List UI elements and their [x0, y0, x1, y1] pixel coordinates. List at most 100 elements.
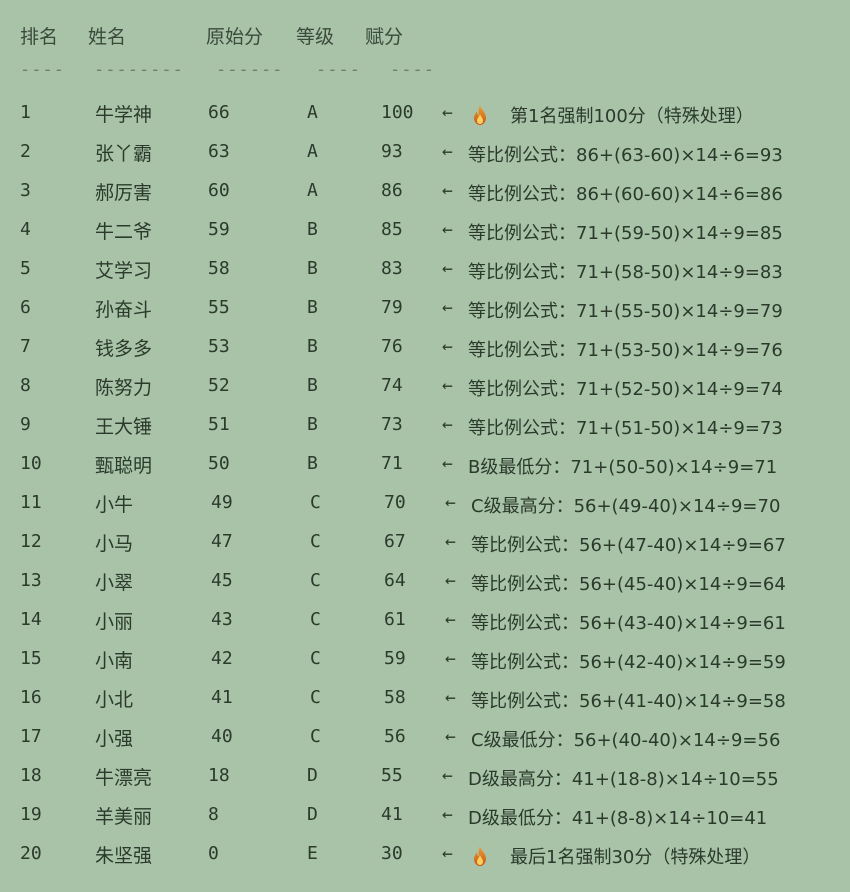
formula-text: 等比例公式：56+(47-40)×14÷9=67	[471, 535, 786, 556]
fire-icon	[472, 846, 488, 866]
rank-cell: 20	[20, 843, 42, 864]
table-row: 20 朱坚强 0 E 30 ← 最后1名强制30分（特殊处理）	[0, 835, 850, 874]
assigned-score-cell: 67	[384, 531, 406, 552]
formula-note: 等比例公式：71+(55-50)×14÷9=79	[468, 297, 783, 323]
formula-text: 最后1名强制30分（特殊处理）	[510, 847, 761, 868]
raw-score-cell: 8	[208, 804, 219, 825]
table-row: 17 小强 40 C 56 ← C级最低分：56+(40-40)×14÷9=56	[0, 718, 850, 757]
arrow-icon: ←	[445, 570, 456, 591]
formula-note: 等比例公式：71+(53-50)×14÷9=76	[468, 336, 783, 362]
formula-text: 等比例公式：71+(52-50)×14÷9=74	[468, 379, 783, 400]
assigned-score-cell: 58	[384, 687, 406, 708]
rank-cell: 7	[20, 336, 31, 357]
table-row: 18 牛漂亮 18 D 55 ← D级最高分：41+(18-8)×14÷10=55	[0, 757, 850, 796]
rank-cell: 19	[20, 804, 42, 825]
name-cell: 钱多多	[95, 338, 153, 360]
formula-text: 等比例公式：71+(51-50)×14÷9=73	[468, 418, 783, 439]
assigned-score-cell: 85	[381, 219, 403, 240]
arrow-icon: ←	[442, 414, 453, 435]
name-cell: 小马	[95, 533, 134, 555]
arrow-icon: ←	[445, 648, 456, 669]
table-row: 4 牛二爷 59 B 85 ← 等比例公式：71+(59-50)×14÷9=85	[0, 211, 850, 250]
formula-note: 等比例公式：86+(63-60)×14÷6=93	[468, 141, 783, 167]
formula-text: 等比例公式：86+(63-60)×14÷6=93	[468, 145, 783, 166]
table-row: 5 艾学习 58 B 83 ← 等比例公式：71+(58-50)×14÷9=83	[0, 250, 850, 289]
formula-note: 第1名强制100分（特殊处理）	[468, 102, 754, 128]
raw-score-cell: 51	[208, 414, 230, 435]
arrow-icon: ←	[442, 297, 453, 318]
formula-note: 最后1名强制30分（特殊处理）	[468, 843, 760, 869]
name-cell: 陈努力	[95, 377, 153, 399]
raw-score-cell: 66	[208, 102, 230, 123]
assigned-score-cell: 79	[381, 297, 403, 318]
formula-note: 等比例公式：56+(42-40)×14÷9=59	[471, 648, 786, 674]
arrow-icon: ←	[445, 609, 456, 630]
table-row: 3 郝厉害 60 A 86 ← 等比例公式：86+(60-60)×14÷6=86	[0, 172, 850, 211]
arrow-icon: ←	[442, 453, 453, 474]
table-row: 10 甄聪明 50 B 71 ← B级最低分：71+(50-50)×14÷9=71	[0, 445, 850, 484]
formula-note: 等比例公式：56+(45-40)×14÷9=64	[471, 570, 786, 596]
header-assigned-score: 赋分	[365, 26, 404, 48]
formula-text: 等比例公式：56+(42-40)×14÷9=59	[471, 652, 786, 673]
table-row: 14 小丽 43 C 61 ← 等比例公式：56+(43-40)×14÷9=61	[0, 601, 850, 640]
table-row: 13 小翠 45 C 64 ← 等比例公式：56+(45-40)×14÷9=64	[0, 562, 850, 601]
formula-note: 等比例公式：56+(41-40)×14÷9=58	[471, 687, 786, 713]
raw-score-cell: 53	[208, 336, 230, 357]
rank-cell: 3	[20, 180, 31, 201]
rank-cell: 16	[20, 687, 42, 708]
table-row: 2 张丫霸 63 A 93 ← 等比例公式：86+(63-60)×14÷6=93	[0, 133, 850, 172]
arrow-icon: ←	[442, 219, 453, 240]
name-cell: 牛学神	[95, 104, 153, 126]
table-row: 6 孙奋斗 55 B 79 ← 等比例公式：71+(55-50)×14÷9=79	[0, 289, 850, 328]
separator-rank: ----	[20, 60, 65, 80]
grade-cell: B	[307, 336, 318, 357]
separator-raw: ------	[216, 60, 284, 80]
arrow-icon: ←	[442, 375, 453, 396]
formula-note: 等比例公式：71+(51-50)×14÷9=73	[468, 414, 783, 440]
formula-note: B级最低分：71+(50-50)×14÷9=71	[468, 453, 777, 479]
raw-score-cell: 42	[211, 648, 233, 669]
name-cell: 艾学习	[95, 260, 153, 282]
name-cell: 牛漂亮	[95, 767, 153, 789]
rank-cell: 13	[20, 570, 42, 591]
grade-cell: D	[307, 765, 318, 786]
formula-text: 等比例公式：71+(58-50)×14÷9=83	[468, 262, 783, 283]
raw-score-cell: 55	[208, 297, 230, 318]
formula-note: D级最高分：41+(18-8)×14÷10=55	[468, 765, 779, 791]
raw-score-cell: 18	[208, 765, 230, 786]
header-rank: 排名	[20, 26, 59, 48]
rank-cell: 2	[20, 141, 31, 162]
raw-score-cell: 0	[208, 843, 219, 864]
grade-cell: C	[310, 492, 321, 513]
formula-text: 等比例公式：56+(45-40)×14÷9=64	[471, 574, 786, 595]
grade-cell: B	[307, 258, 318, 279]
formula-note: 等比例公式：86+(60-60)×14÷6=86	[468, 180, 783, 206]
formula-text: B级最低分：71+(50-50)×14÷9=71	[468, 457, 778, 478]
formula-text: 第1名强制100分（特殊处理）	[510, 106, 754, 127]
header-name: 姓名	[88, 26, 127, 48]
table-row: 19 羊美丽 8 D 41 ← D级最低分：41+(8-8)×14÷10=41	[0, 796, 850, 835]
separator-grade: ----	[316, 60, 361, 80]
raw-score-cell: 60	[208, 180, 230, 201]
table-row: 9 王大锤 51 B 73 ← 等比例公式：71+(51-50)×14÷9=73	[0, 406, 850, 445]
table-row: 15 小南 42 C 59 ← 等比例公式：56+(42-40)×14÷9=59	[0, 640, 850, 679]
name-cell: 郝厉害	[95, 182, 153, 204]
rank-cell: 18	[20, 765, 42, 786]
grade-cell: C	[310, 687, 321, 708]
grade-cell: C	[310, 570, 321, 591]
assigned-score-cell: 41	[381, 804, 403, 825]
rank-cell: 14	[20, 609, 42, 630]
assigned-score-cell: 100	[381, 102, 414, 123]
name-cell: 王大锤	[95, 416, 153, 438]
formula-text: D级最低分：41+(8-8)×14÷10=41	[468, 808, 768, 829]
name-cell: 甄聪明	[95, 455, 153, 477]
grade-cell: B	[307, 375, 318, 396]
arrow-icon: ←	[445, 531, 456, 552]
header-raw-score: 原始分	[206, 26, 264, 48]
rank-cell: 9	[20, 414, 31, 435]
assigned-score-cell: 76	[381, 336, 403, 357]
name-cell: 小翠	[95, 572, 134, 594]
name-cell: 小丽	[95, 611, 134, 633]
grade-cell: A	[307, 180, 318, 201]
table-row: 11 小牛 49 C 70 ← C级最高分：56+(49-40)×14÷9=70	[0, 484, 850, 523]
